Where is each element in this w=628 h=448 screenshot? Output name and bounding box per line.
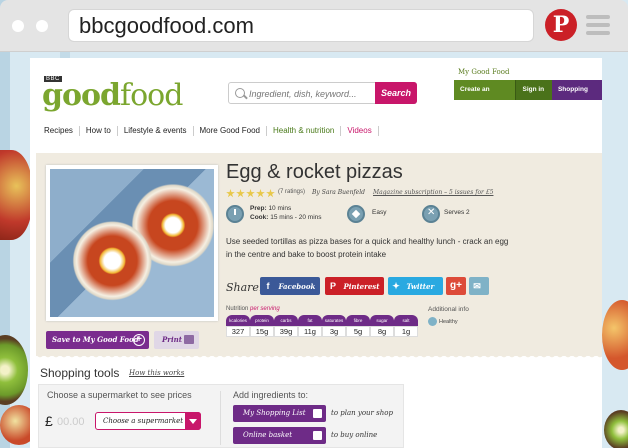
site-logo[interactable]: goodfood	[42, 78, 183, 113]
star-icon[interactable]	[236, 189, 245, 198]
nutrition-item: protein 15g	[250, 315, 274, 337]
recipe-times: Prep: 10 mins Cook: 15 mins - 20 mins	[250, 205, 322, 221]
nutrition-item: fat 11g	[298, 315, 322, 337]
facebook-share-button[interactable]: f Facebook	[260, 277, 320, 295]
kiwi-decoration-right	[604, 410, 628, 448]
healthy-badge: Healthy	[428, 317, 458, 326]
cart-icon	[313, 431, 322, 440]
nutrition-item: sugar 8g	[370, 315, 394, 337]
rating-stars[interactable]	[226, 189, 276, 198]
nav-more[interactable]: More Good Food	[194, 126, 267, 136]
search-icon	[235, 88, 245, 98]
recipe-header: Egg & rocket pizzas (7 ratings) By Sara …	[36, 153, 602, 356]
browser-chrome: bbcgoodfood.com P	[0, 0, 628, 52]
plus-icon: +	[133, 334, 145, 346]
nav-lifestyle[interactable]: Lifestyle & events	[118, 126, 194, 136]
search-box: Search	[228, 82, 417, 104]
shopping-tools-panel: Choose a supermarket to see prices £ 00.…	[38, 384, 404, 448]
divider	[220, 391, 221, 445]
star-icon[interactable]	[226, 189, 235, 198]
envelope-icon: ✉	[473, 281, 481, 291]
heart-icon	[428, 317, 437, 326]
recipe-description: Use seeded tortillas as pizza bases for …	[226, 237, 509, 259]
nav-recipes[interactable]: Recipes	[44, 126, 80, 136]
create-account-button[interactable]: Create an account	[454, 80, 516, 113]
supermarket-select[interactable]: Choose a supermarket	[95, 412, 201, 430]
clock-icon	[226, 205, 244, 223]
choose-supermarket-label: Choose a supermarket to see prices	[47, 390, 192, 400]
skill-level-icon	[347, 205, 365, 223]
share-label: Share:	[226, 281, 263, 294]
account-bar: Create an account Sign in ▾ Shopping Lis…	[454, 80, 602, 113]
googleplus-share-button[interactable]: g+	[446, 277, 466, 295]
twitter-share-button[interactable]: ✦ Twitter	[388, 277, 443, 295]
facebook-icon: f	[266, 281, 270, 291]
my-good-food-link[interactable]: My Good Food	[458, 68, 509, 76]
currency-symbol: £	[45, 413, 53, 429]
price-value: 00.00	[57, 416, 85, 428]
main-nav: Recipes How to Lifestyle & events More G…	[44, 126, 379, 136]
pinterest-icon: P	[329, 281, 336, 291]
subscription-link[interactable]: Magazine subscription – 5 issues for £5	[373, 189, 493, 196]
add-ingredients-label: Add ingredients to:	[233, 390, 309, 400]
additional-info-label: Additional info	[428, 306, 469, 313]
ratings-count: (7 ratings)	[278, 189, 306, 195]
skill-level: Easy	[372, 209, 387, 216]
print-button[interactable]: Print	[154, 331, 199, 349]
shopping-tools-title: Shopping tools	[40, 366, 120, 380]
author: By Sara Buenfeld	[312, 189, 365, 196]
scalloped-edge	[36, 354, 602, 360]
nutrition-item: kcalories 327	[226, 315, 250, 337]
save-to-my-good-food-button[interactable]: Save to My Good Food +	[46, 331, 149, 349]
recipe-photo	[46, 165, 218, 321]
hamburger-menu-icon[interactable]	[586, 15, 610, 35]
shopping-list-button[interactable]: Shopping List	[551, 80, 602, 113]
star-icon[interactable]	[256, 189, 265, 198]
list-icon	[313, 409, 322, 418]
pinterest-share-button[interactable]: P Pinterest	[325, 277, 384, 295]
nav-videos[interactable]: Videos	[341, 126, 379, 136]
buy-text: to buy online	[331, 431, 378, 439]
nav-how-to[interactable]: How to	[80, 126, 118, 136]
search-button[interactable]: Search	[375, 82, 417, 104]
nutrition-table: kcalories 327 protein 15g carbs 39g fat 11g …	[226, 315, 418, 337]
email-share-button[interactable]: ✉	[469, 277, 489, 295]
how-this-works-link[interactable]: How this works	[129, 369, 184, 377]
search-input[interactable]	[249, 86, 369, 101]
chevron-down-icon: ▾	[522, 106, 526, 113]
online-basket-button[interactable]: Online basket	[233, 427, 326, 444]
window-dot[interactable]	[12, 20, 24, 32]
fruit-decoration	[0, 150, 32, 240]
cutlery-icon	[422, 205, 440, 223]
nutrition-item: carbs 39g	[274, 315, 298, 337]
nav-health[interactable]: Health & nutrition	[267, 126, 342, 136]
sign-in-button[interactable]: Sign in ▾	[515, 80, 552, 113]
url-bar[interactable]: bbcgoodfood.com	[68, 9, 534, 42]
plan-text: to plan your shop	[331, 409, 393, 417]
my-shopping-list-button[interactable]: My Shopping List	[233, 405, 326, 422]
star-icon[interactable]	[266, 189, 275, 198]
printer-icon	[184, 335, 194, 344]
servings: Serves 2	[444, 209, 470, 216]
pinterest-icon[interactable]: P	[545, 9, 577, 41]
chevron-down-icon	[185, 412, 201, 430]
star-icon[interactable]	[246, 189, 255, 198]
recipe-title: Egg & rocket pizzas	[226, 161, 403, 183]
nutrition-label: Nutrition per serving	[226, 306, 280, 312]
nutrition-item: saturates 3g	[322, 315, 346, 337]
nutrition-item: fibre 5g	[346, 315, 370, 337]
nutrition-item: salt 1g	[394, 315, 418, 337]
webpage: BBC goodfood Search My Good Food Create …	[30, 58, 602, 448]
window-dot[interactable]	[36, 20, 48, 32]
twitter-icon: ✦	[392, 281, 400, 291]
